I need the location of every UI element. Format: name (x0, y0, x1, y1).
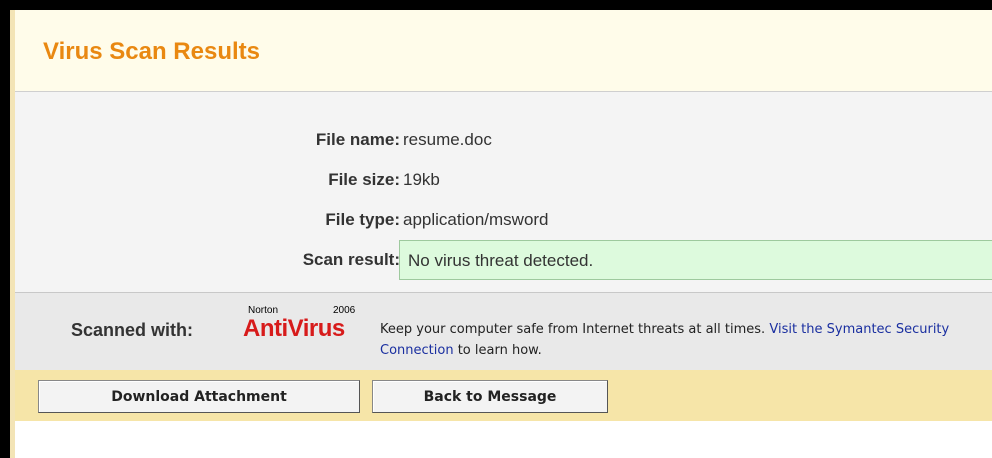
file-size-value: 19kb (403, 170, 440, 189)
scan-result-row: Scan result: No virus threat detected. (15, 240, 992, 280)
file-size-row: File size: 19kb (15, 165, 992, 195)
back-to-message-button[interactable]: Back to Message (372, 380, 608, 413)
promo-message: Keep your computer safe from Internet th… (380, 319, 992, 361)
download-attachment-button[interactable]: Download Attachment (38, 380, 360, 413)
file-name-label: File name: (315, 130, 400, 149)
scanner-info-bar: Scanned with: Norton 2006 AntiVirus Keep… (15, 292, 992, 372)
file-type-value: application/msword (403, 210, 549, 229)
scanned-with-label: Scanned with: (71, 320, 194, 340)
promo-text: Keep your computer safe from Internet th… (380, 322, 766, 337)
logo-product-text: AntiVirus (243, 315, 345, 342)
file-details-panel: File name: resume.doc File size: 19kb Fi… (15, 92, 992, 292)
action-bar: Download Attachment Back to Message (15, 370, 992, 421)
promo-suffix: to learn how. (457, 343, 542, 358)
file-size-label: File size: (328, 170, 400, 189)
norton-antivirus-logo: Norton 2006 AntiVirus (243, 305, 363, 355)
scan-result-box: No virus threat detected. (399, 240, 992, 280)
file-name-row: File name: resume.doc (15, 125, 992, 155)
bottom-area (15, 421, 992, 458)
scan-result-value: No virus threat detected. (408, 251, 594, 270)
scan-result-label: Scan result: (302, 250, 400, 269)
file-name-value: resume.doc (403, 130, 492, 149)
file-type-row: File type: application/msword (15, 205, 992, 235)
scan-results-window: Virus Scan Results File name: resume.doc… (10, 10, 992, 458)
file-type-label: File type: (325, 210, 400, 229)
page-title: Virus Scan Results (43, 38, 260, 65)
page-header: Virus Scan Results (15, 10, 992, 92)
